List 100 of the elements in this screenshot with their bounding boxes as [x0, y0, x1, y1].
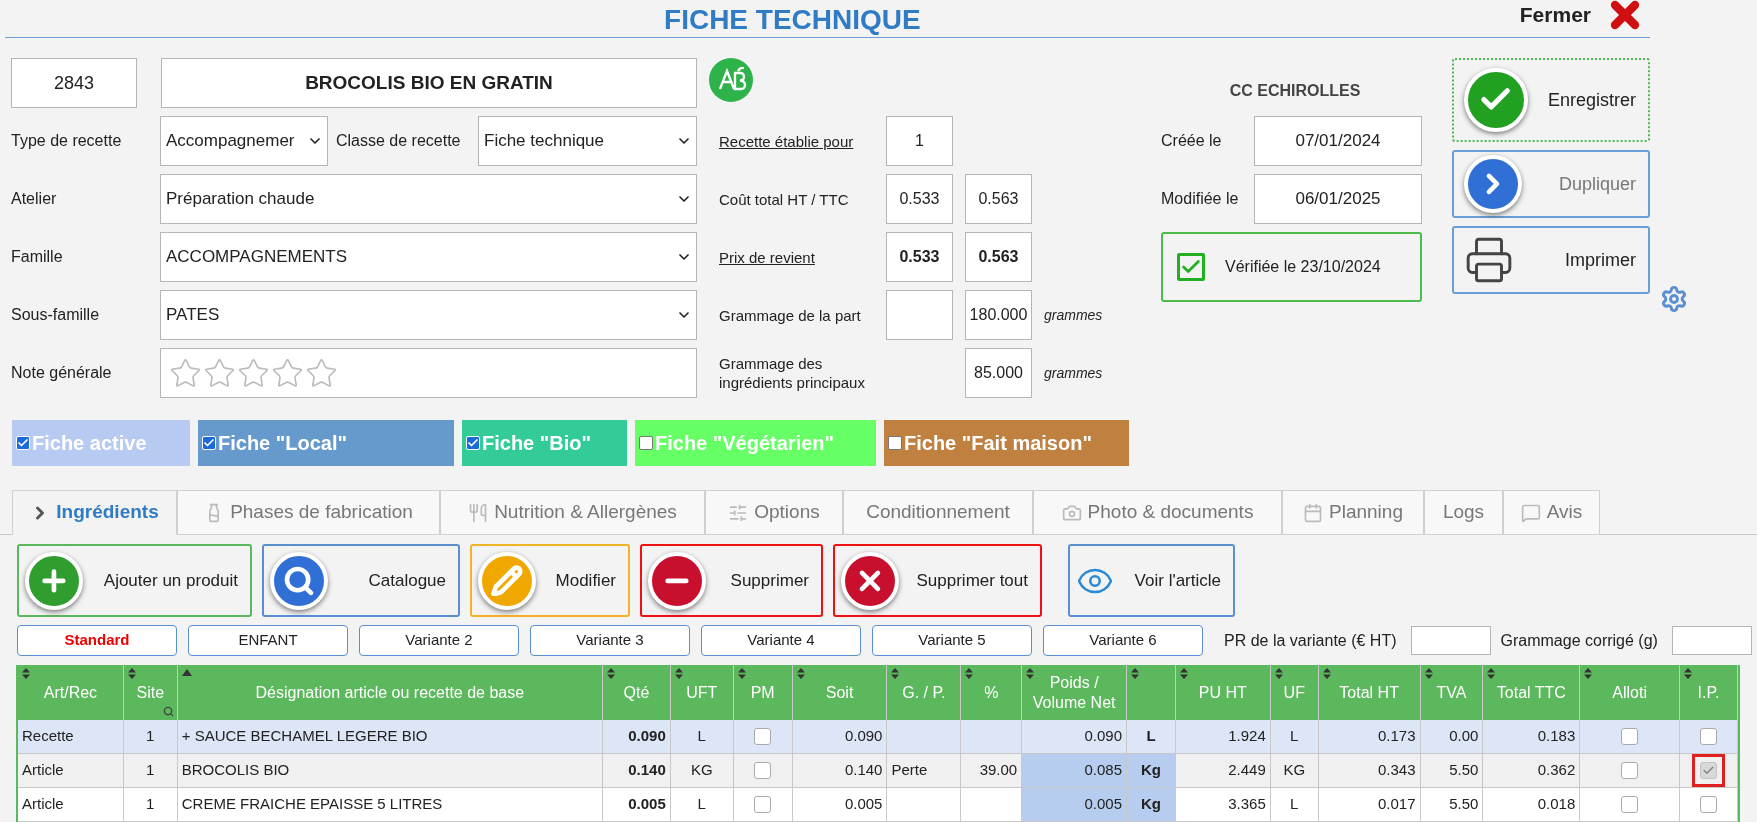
value-field[interactable]: 0.533 [886, 232, 953, 282]
tab[interactable]: Photo & documents [1033, 490, 1282, 535]
action-button[interactable]: Voir l'article [1068, 544, 1235, 617]
field-label: Grammage des ingrédients principaux [719, 354, 866, 392]
value-field[interactable]: 180.000 [965, 290, 1032, 340]
value-field[interactable] [886, 290, 953, 340]
value-field[interactable]: 0.533 [886, 174, 953, 224]
field-label: Famille [11, 247, 64, 267]
sort-icon[interactable] [1026, 668, 1035, 679]
field-label: Grammage corrigé (g) [1500, 630, 1658, 651]
sort-ascending-icon[interactable] [181, 669, 192, 676]
plus-icon [25, 551, 83, 610]
table-row[interactable]: Recette 1 + SAUCE BECHAMEL LEGERE BIO 0.090 L 0.090 0.090 L 1.924 L 0.173 0.00 0.183 [18, 720, 1738, 754]
tab[interactable]: Planning [1282, 490, 1424, 535]
empty-star-icon[interactable] [271, 356, 304, 390]
value-field[interactable]: 0.563 [965, 232, 1032, 282]
tab[interactable]: Phases de fabrication [177, 490, 440, 535]
table-cell-text: 0.018 [1537, 794, 1576, 815]
tab[interactable]: Nutrition & Allergènes [440, 490, 705, 535]
sort-icon[interactable] [891, 668, 900, 679]
empty-star-icon[interactable] [169, 356, 202, 390]
table-cell-text: 0.362 [1537, 760, 1576, 781]
action-button[interactable]: Supprimer [640, 544, 823, 617]
star-rating[interactable] [169, 356, 338, 390]
recipe-number-field[interactable]: 2843 [11, 58, 137, 108]
value-field[interactable]: 0.563 [965, 174, 1032, 224]
table-cell-text: Kg [1141, 760, 1161, 781]
table-cell-text: 5.50 [1449, 760, 1479, 781]
field-label: Type de recette [11, 131, 123, 151]
sort-icon[interactable] [1584, 668, 1593, 679]
sort-icon[interactable] [1179, 668, 1188, 679]
value-field[interactable]: 07/01/2024 [1254, 116, 1422, 166]
close-icon [841, 551, 899, 610]
sort-icon[interactable] [127, 668, 136, 679]
tab[interactable]: Conditionnement [843, 490, 1033, 535]
sort-icon[interactable] [1487, 668, 1496, 679]
tab[interactable]: Logs [1424, 490, 1503, 535]
field-label: Coût total HT / TTC [719, 189, 850, 209]
variant-tab[interactable]: Variante 6 [1043, 625, 1203, 656]
sort-icon[interactable] [674, 668, 683, 679]
check-icon [17, 437, 29, 449]
sort-icon[interactable] [737, 668, 746, 679]
sort-icon[interactable] [22, 668, 30, 679]
sort-icon[interactable] [796, 668, 805, 679]
action-button[interactable]: Modifier [470, 544, 630, 617]
table-row[interactable]: Article 1 BROCOLIS BIO 0.140 KG 0.140 Perte 39.00 0.085 Kg 2.449 KG 0.343 5.50 0.362 [18, 754, 1738, 788]
empty-star-icon[interactable] [237, 356, 270, 390]
sort-icon[interactable] [1322, 668, 1331, 679]
sort-icon[interactable] [606, 668, 615, 679]
sort-icon[interactable] [1131, 668, 1140, 679]
variant-tab[interactable]: Variante 5 [872, 625, 1032, 656]
dropdown[interactable]: Préparation chaude [160, 174, 697, 224]
verified-button[interactable]: Vérifiée le 23/10/2024 [1161, 232, 1422, 302]
table-row[interactable]: Article 1 CREME FRAICHE EPAISSE 5 LITRES 0.005 L 0.005 0.005 Kg 3.365 L 0.017 5.50 0.018 [18, 788, 1738, 822]
dropdown[interactable]: Accompagnemer [160, 116, 328, 166]
input-field[interactable] [1410, 626, 1491, 655]
checkbox[interactable] [888, 436, 902, 450]
checkbox[interactable] [639, 436, 653, 450]
field-link[interactable]: Recette établie pour [719, 131, 874, 151]
table-cell-text: 39.00 [979, 760, 1018, 781]
settings-icon[interactable] [1660, 285, 1688, 313]
table-cell-text: 5.50 [1449, 794, 1479, 815]
sort-icon[interactable] [1424, 668, 1433, 679]
tab[interactable]: Options [705, 490, 843, 535]
sort-icon[interactable] [1274, 668, 1283, 679]
field-label: Sous-famille [11, 305, 101, 325]
variant-tab[interactable]: Variante 2 [359, 625, 519, 656]
dropdown[interactable]: PATES [160, 290, 697, 340]
input-field[interactable] [1671, 626, 1752, 655]
sort-icon[interactable] [965, 668, 974, 679]
action-button[interactable]: Catalogue [262, 544, 460, 617]
print-button[interactable]: Imprimer [1452, 226, 1650, 294]
chevron-right-icon [1464, 155, 1522, 213]
sort-icon[interactable] [1684, 668, 1693, 679]
rating-field[interactable] [160, 348, 697, 398]
value-field[interactable]: 1 [886, 116, 953, 166]
organic-logo-icon [709, 58, 753, 102]
variant-tab[interactable]: ENFANT [188, 625, 348, 656]
tab[interactable]: Ingrédients [12, 490, 177, 535]
field-link[interactable]: Prix de revient [719, 247, 874, 267]
recipe-name-field[interactable]: BROCOLIS BIO EN GRATIN [161, 58, 697, 108]
value-field[interactable]: 06/01/2025 [1254, 174, 1422, 224]
variant-tab[interactable]: Standard [17, 625, 177, 656]
close-button[interactable]: Fermer [1519, 0, 1591, 30]
tab[interactable]: Avis [1503, 490, 1600, 535]
variant-tab[interactable]: Variante 3 [530, 625, 690, 656]
table-cell-text: 0.005 [628, 794, 666, 815]
variant-tab[interactable]: Variante 4 [701, 625, 861, 656]
table-cell-text: L [697, 726, 706, 747]
search-icon[interactable] [162, 706, 174, 717]
table-cell-text: KG [1283, 760, 1306, 781]
value-field[interactable]: 85.000 [965, 348, 1032, 398]
dropdown[interactable]: Fiche technique [478, 116, 697, 166]
action-button[interactable]: Ajouter un produit [17, 544, 252, 617]
empty-star-icon[interactable] [203, 356, 236, 390]
save-button[interactable]: Enregistrer [1452, 58, 1650, 142]
empty-star-icon[interactable] [305, 356, 338, 390]
table-cell-text: Article [22, 794, 64, 815]
action-button[interactable]: Supprimer tout [833, 544, 1042, 617]
dropdown[interactable]: ACCOMPAGNEMENTS [160, 232, 697, 282]
